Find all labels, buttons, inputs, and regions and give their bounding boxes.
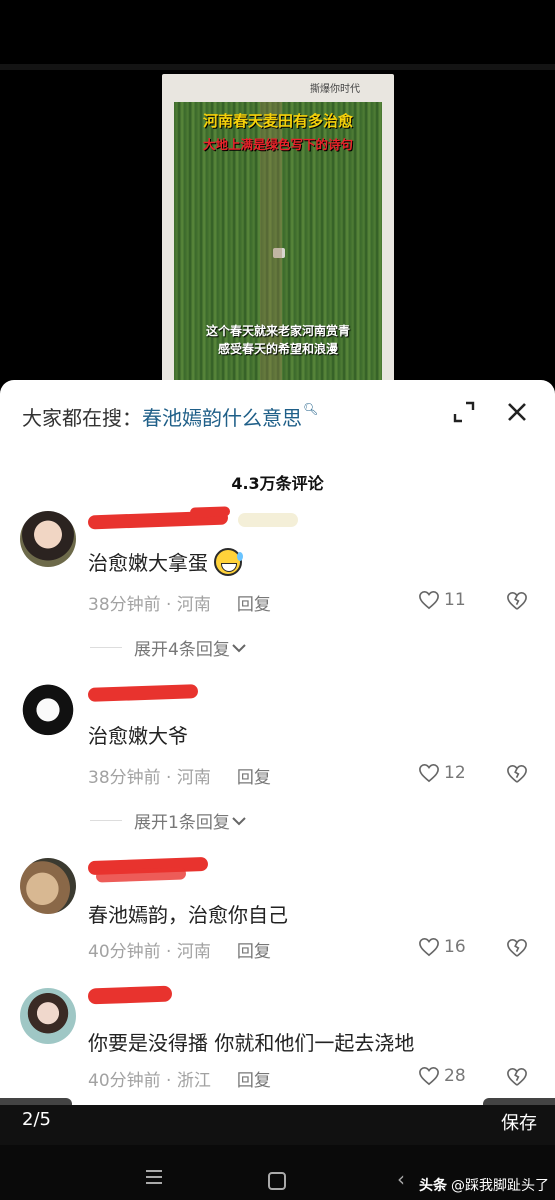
video-watermark: 撕爆你时代 xyxy=(310,84,360,95)
grin-sweat-emoji xyxy=(214,548,244,576)
reply-button[interactable]: 回复 xyxy=(237,1071,271,1091)
status-area xyxy=(0,0,555,70)
comment-meta: 40分钟前 · 浙江 回复 xyxy=(88,1071,271,1091)
reply-button[interactable]: 回复 xyxy=(237,595,271,615)
video-title-line2: 大地上满是绿色写下的诗句 xyxy=(202,137,353,152)
user-badge xyxy=(238,513,298,527)
reply-button[interactable]: 回复 xyxy=(237,942,271,962)
broken-heart-icon[interactable] xyxy=(506,591,528,611)
username-redacted xyxy=(87,985,173,1005)
comment-meta: 38分钟前 · 河南 回复 xyxy=(88,768,271,788)
reply-button[interactable]: 回复 xyxy=(237,768,271,788)
username-redacted xyxy=(189,506,231,518)
avatar[interactable] xyxy=(20,683,76,739)
comment-text: 春池嫣韵，治愈你自己 xyxy=(88,903,288,927)
avatar[interactable] xyxy=(20,988,76,1044)
page-indicator: 2/5 xyxy=(22,1109,51,1130)
username-redacted xyxy=(87,684,199,702)
save-button[interactable]: 保存 xyxy=(501,1109,537,1135)
like-button[interactable]: 28 xyxy=(418,1066,466,1086)
comment-text: 治愈嫩大爷 xyxy=(88,724,188,748)
search-prefix: 大家都在搜： xyxy=(22,406,142,430)
video-caption-line2: 感受春天的希望和浪漫 xyxy=(217,342,338,356)
back-icon[interactable]: ‹ xyxy=(397,1167,405,1191)
avatar[interactable] xyxy=(20,858,76,914)
video-caption-line1: 这个春天就来老家河南赏青 xyxy=(205,324,350,338)
like-count: 12 xyxy=(444,763,466,783)
search-suggestion: 大家都在搜：春池嫣韵什么意思🔍︎ xyxy=(22,402,318,431)
like-button[interactable]: 11 xyxy=(418,590,466,610)
video-thumbnail[interactable]: 撕爆你时代 河南春天麦田有多治愈 大地上满是绿色写下的诗句 这个春天就来老家河南… xyxy=(162,74,394,384)
broken-heart-icon[interactable] xyxy=(506,938,528,958)
source-app: 头条 xyxy=(419,1178,447,1194)
expand-replies-button[interactable]: 展开4条回复 xyxy=(90,635,248,660)
divider xyxy=(90,647,122,648)
like-button[interactable]: 16 xyxy=(418,937,466,957)
comment-text: 治愈嫩大拿蛋 xyxy=(88,547,244,576)
comment-meta: 40分钟前 · 河南 回复 xyxy=(88,942,271,962)
menu-icon[interactable] xyxy=(146,1170,162,1188)
like-button[interactable]: 12 xyxy=(418,763,466,783)
username-redacted xyxy=(95,867,187,883)
like-count: 16 xyxy=(444,937,466,957)
search-icon[interactable]: 🔍︎ xyxy=(303,402,318,416)
system-nav-bar: ‹ 头条 @踩我脚趾头了 xyxy=(0,1145,555,1200)
heart-icon xyxy=(419,1066,439,1086)
heart-icon xyxy=(419,590,439,610)
broken-heart-icon[interactable] xyxy=(506,764,528,784)
heart-icon xyxy=(419,763,439,783)
broken-heart-icon[interactable] xyxy=(506,1067,528,1087)
expand-replies-button[interactable]: 展开1条回复 xyxy=(90,808,248,833)
source-author: @踩我脚趾头了 xyxy=(451,1178,549,1194)
avatar[interactable] xyxy=(20,511,76,567)
chevron-down-icon xyxy=(232,816,246,825)
image-viewer-bar: 2/5 保存 xyxy=(0,1105,555,1145)
like-count: 11 xyxy=(444,590,466,610)
comment-count: 4.3万条评论 xyxy=(231,474,324,493)
tractor-image xyxy=(273,248,285,258)
chevron-down-icon xyxy=(232,643,246,652)
heart-icon xyxy=(419,937,439,957)
divider xyxy=(90,820,122,821)
source-watermark: 头条 @踩我脚趾头了 xyxy=(419,1175,549,1195)
divider xyxy=(0,64,555,70)
expand-icon[interactable] xyxy=(452,400,476,424)
comment-sheet: 大家都在搜：春池嫣韵什么意思🔍︎ 4.3万条评论 治愈嫩大拿蛋 38分钟前 · … xyxy=(0,380,555,1108)
video-title-line1: 河南春天麦田有多治愈 xyxy=(202,112,353,130)
comment-text: 你要是没得播 你就和他们一起去浇地 xyxy=(88,1031,415,1055)
like-count: 28 xyxy=(444,1066,466,1086)
comment-meta: 38分钟前 · 河南 回复 xyxy=(88,595,271,615)
search-query-link[interactable]: 春池嫣韵什么意思 xyxy=(142,406,302,430)
close-icon[interactable] xyxy=(505,400,529,424)
home-icon[interactable] xyxy=(268,1172,286,1190)
